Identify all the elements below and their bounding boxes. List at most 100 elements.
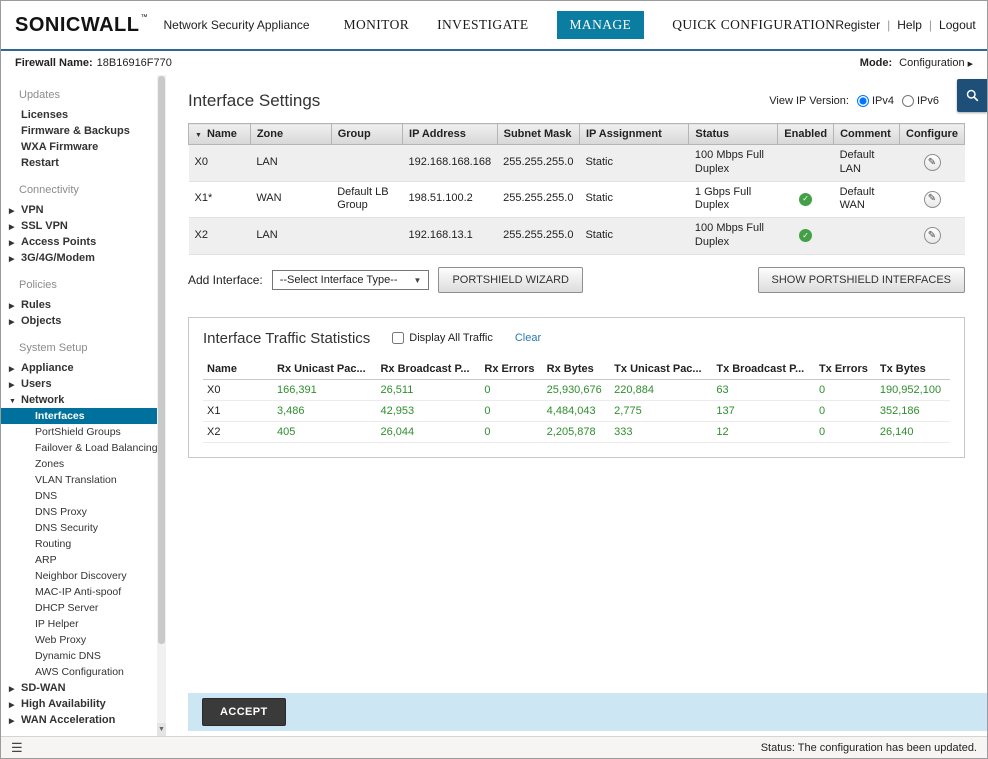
column-header-ip-address[interactable]: IP Address	[403, 124, 498, 145]
ipv4-radio[interactable]	[857, 95, 869, 107]
scroll-down-button[interactable]	[157, 723, 166, 736]
interface-row-x0[interactable]: X0 LAN 192.168.168.168 255.255.255.0 Sta…	[189, 145, 965, 182]
sidebar-item-access-points[interactable]: Access Points	[1, 234, 157, 250]
nav-monitor[interactable]: MONITOR	[344, 17, 410, 33]
column-header-ip-assignment[interactable]: IP Assignment	[579, 124, 688, 145]
nav-investigate[interactable]: INVESTIGATE	[437, 17, 528, 33]
sidebar-item-label: Appliance	[21, 362, 74, 374]
sidebar-item-firmware-backups[interactable]: Firmware & Backups	[1, 123, 157, 139]
portshield-wizard-button[interactable]: PORTSHIELD WIZARD	[438, 267, 583, 293]
logout-link[interactable]: Logout	[939, 18, 976, 32]
sidebar-item-dhcp-server[interactable]: DHCP Server	[1, 600, 157, 616]
sidebar-item-vpn[interactable]: VPN	[1, 202, 157, 218]
stats-cell: 26,044	[376, 421, 480, 442]
interface-type-select[interactable]: --Select Interface Type--	[272, 270, 430, 290]
configure-edit-icon[interactable]	[924, 154, 941, 171]
stats-cell: 333	[610, 421, 712, 442]
sidebar-item-licenses[interactable]: Licenses	[1, 107, 157, 123]
sidebar-item-vlan-translation[interactable]: VLAN Translation	[1, 472, 157, 488]
sidebar-item-interfaces[interactable]: Interfaces	[1, 408, 157, 424]
help-link[interactable]: Help	[897, 18, 922, 32]
stats-cell: 42,953	[376, 400, 480, 421]
column-header-zone[interactable]: Zone	[250, 124, 331, 145]
cell-name: X1*	[189, 181, 251, 218]
sidebar-item-dynamic-dns[interactable]: Dynamic DNS	[1, 648, 157, 664]
sidebar-item-neighbor-discovery[interactable]: Neighbor Discovery	[1, 568, 157, 584]
sidebar-item-label: Routing	[35, 538, 71, 550]
configure-edit-icon[interactable]	[924, 191, 941, 208]
stats-cell: 0	[480, 421, 542, 442]
sidebar-item-rules[interactable]: Rules	[1, 297, 157, 313]
show-portshield-interfaces-button[interactable]: SHOW PORTSHIELD INTERFACES	[758, 267, 966, 293]
sidebar-item-routing[interactable]: Routing	[1, 536, 157, 552]
nav-manage[interactable]: MANAGE	[557, 11, 645, 39]
sidebar-item-failover-load-balancing[interactable]: Failover & Load Balancing	[1, 440, 157, 456]
scrollbar-thumb[interactable]	[158, 76, 165, 644]
interface-row-x2[interactable]: X2 LAN 192.168.13.1 255.255.255.0 Static…	[189, 218, 965, 255]
sidebar-item-web-proxy[interactable]: Web Proxy	[1, 632, 157, 648]
ipv6-radio[interactable]	[902, 95, 914, 107]
cell-zone: LAN	[250, 145, 331, 182]
cell-ip-address: 198.51.100.2	[403, 181, 498, 218]
stats-cell: X0	[203, 379, 273, 400]
register-link[interactable]: Register	[835, 18, 880, 32]
stats-cell: 0	[815, 400, 876, 421]
ipv6-option[interactable]: IPv6	[902, 95, 939, 107]
sidebar: Updates Licenses Firmware & Backups WXA …	[1, 75, 166, 736]
sidebar-item-label: Failover & Load Balancing	[35, 442, 157, 454]
display-all-traffic-checkbox[interactable]	[392, 332, 404, 344]
sidebar-item-arp[interactable]: ARP	[1, 552, 157, 568]
clear-link[interactable]: Clear	[515, 332, 541, 344]
firewall-name-label: Firewall Name:	[15, 57, 93, 69]
sidebar-item-high-availability[interactable]: High Availability	[1, 696, 157, 712]
sidebar-item-3g4g-modem[interactable]: 3G/4G/Modem	[1, 250, 157, 266]
sidebar-item-label: ARP	[35, 554, 57, 566]
cell-ip-address: 192.168.13.1	[403, 218, 498, 255]
sidebar-item-zones[interactable]: Zones	[1, 456, 157, 472]
stats-cell: 0	[815, 421, 876, 442]
sidebar-item-users[interactable]: Users	[1, 376, 157, 392]
accept-button[interactable]: ACCEPT	[202, 698, 286, 726]
display-all-traffic-option[interactable]: Display All Traffic	[392, 332, 493, 344]
column-header-configure[interactable]: Configure	[900, 124, 965, 145]
sidebar-item-dns-proxy[interactable]: DNS Proxy	[1, 504, 157, 520]
sidebar-item-label: Zones	[35, 458, 64, 470]
sidebar-item-appliance[interactable]: Appliance	[1, 360, 157, 376]
interface-row-x1[interactable]: X1* WAN Default LB Group 198.51.100.2 25…	[189, 181, 965, 218]
ipv4-option[interactable]: IPv4	[857, 95, 894, 107]
mode-indicator[interactable]: Mode: Configuration	[860, 57, 973, 69]
sidebar-item-aws-configuration[interactable]: AWS Configuration	[1, 664, 157, 680]
sidebar-item-ip-helper[interactable]: IP Helper	[1, 616, 157, 632]
sidebar-item-wan-acceleration[interactable]: WAN Acceleration	[1, 712, 157, 728]
sidebar-item-label: SD-WAN	[21, 682, 66, 694]
sidebar-item-objects[interactable]: Objects	[1, 313, 157, 329]
menu-icon[interactable]	[11, 740, 23, 756]
search-icon	[965, 88, 980, 103]
search-button[interactable]	[957, 79, 987, 112]
column-header-subnet-mask[interactable]: Subnet Mask	[497, 124, 579, 145]
sidebar-item-portshield-groups[interactable]: PortShield Groups	[1, 424, 157, 440]
sidebar-item-mac-ip-anti-spoof[interactable]: MAC-IP Anti-spoof	[1, 584, 157, 600]
configure-edit-icon[interactable]	[924, 227, 941, 244]
sidebar-item-ssl-vpn[interactable]: SSL VPN	[1, 218, 157, 234]
sidebar-item-dns-security[interactable]: DNS Security	[1, 520, 157, 536]
sidebar-item-wxa-firmware[interactable]: WXA Firmware	[1, 139, 157, 155]
cell-group	[331, 218, 402, 255]
status-message: Status: The configuration has been updat…	[761, 742, 977, 754]
appliance-label: Network Security Appliance	[164, 18, 310, 32]
sidebar-item-restart[interactable]: Restart	[1, 155, 157, 171]
column-header-comment[interactable]: Comment	[834, 124, 900, 145]
stats-cell: 26,140	[876, 421, 950, 442]
stats-column-rx-broadcast: Rx Broadcast P...	[376, 359, 480, 380]
column-header-group[interactable]: Group	[331, 124, 402, 145]
column-header-status[interactable]: Status	[689, 124, 778, 145]
nav-quick-configuration[interactable]: QUICK CONFIGURATION	[672, 17, 835, 33]
sidebar-item-dns[interactable]: DNS	[1, 488, 157, 504]
stats-header-row: Name Rx Unicast Pac... Rx Broadcast P...…	[203, 359, 950, 380]
sidebar-item-sd-wan[interactable]: SD-WAN	[1, 680, 157, 696]
column-header-enabled[interactable]: Enabled	[778, 124, 834, 145]
cell-enabled: ✓	[778, 218, 834, 255]
sidebar-item-network[interactable]: Network	[1, 392, 157, 408]
column-header-name[interactable]: Name	[189, 124, 251, 145]
sidebar-scrollbar[interactable]	[157, 75, 166, 736]
